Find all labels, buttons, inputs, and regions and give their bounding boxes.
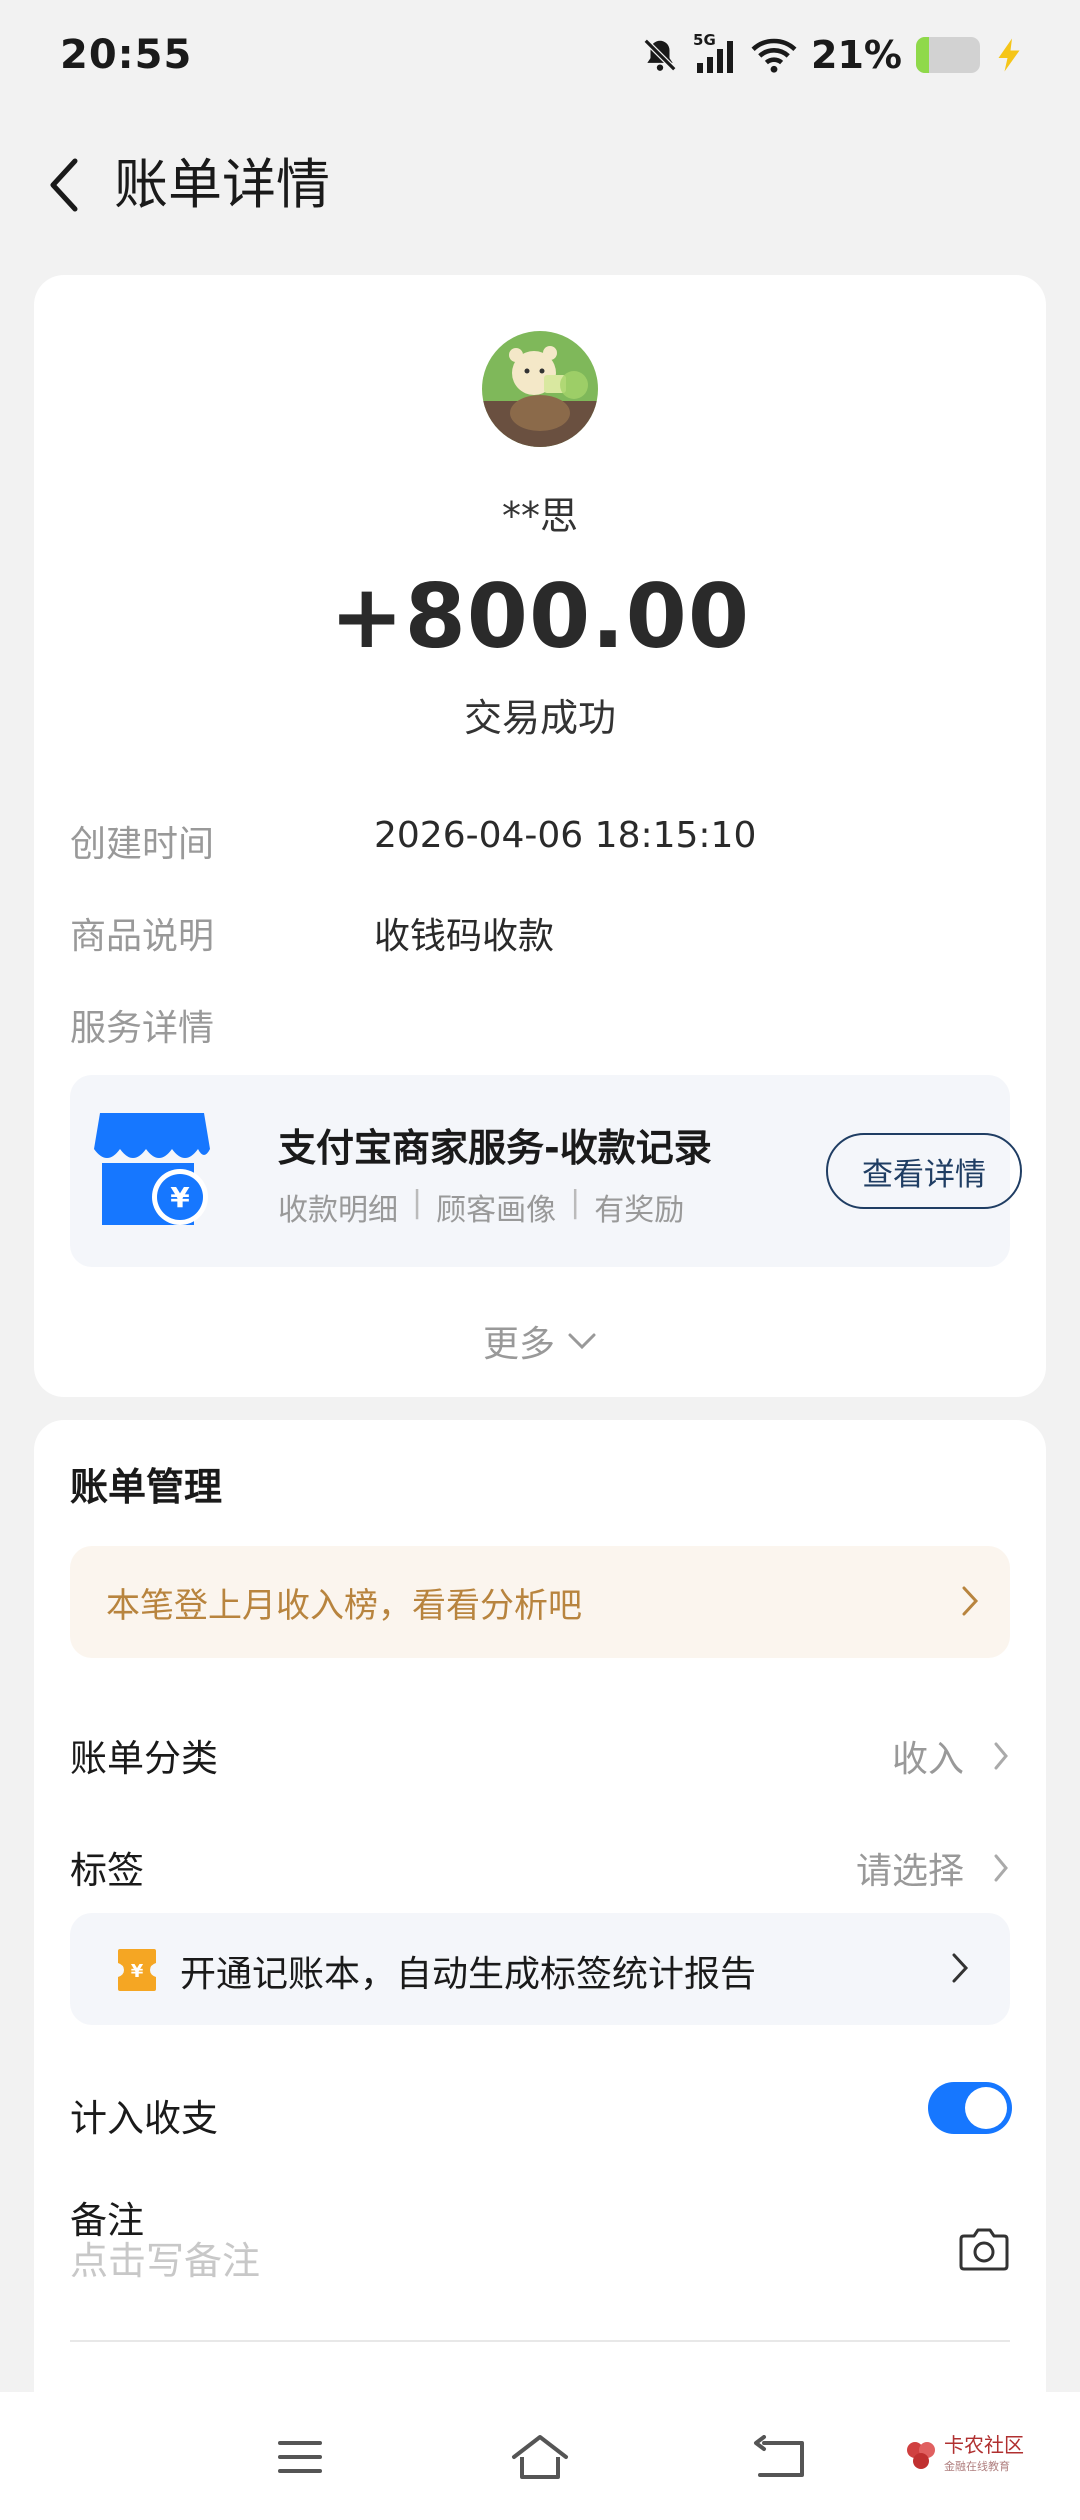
back-nav-button[interactable] bbox=[740, 2422, 820, 2492]
more-label: 更多 bbox=[482, 1324, 555, 1365]
info-row-created-time: 创建时间 2026-04-06 18:15:10 bbox=[70, 815, 1010, 875]
info-label: 商品说明 bbox=[70, 916, 215, 957]
coupon-yuan-icon: ¥ bbox=[118, 1949, 156, 1991]
tag-value: 请选择 bbox=[855, 1851, 964, 1892]
note-input[interactable]: 点击写备注 bbox=[70, 2230, 260, 2285]
merchant-tag: 收款明细 bbox=[278, 1193, 398, 1228]
merchant-title: 支付宝商家服务-收款记录 bbox=[278, 1126, 712, 1170]
tag-label: 标签 bbox=[70, 1849, 144, 1892]
category-label: 账单分类 bbox=[70, 1737, 218, 1780]
status-time: 20:55 bbox=[60, 32, 193, 78]
more-toggle[interactable]: 更多 bbox=[34, 1315, 1046, 1367]
chevron-left-icon bbox=[50, 158, 78, 212]
watermark-logo: 卡农社区 bbox=[944, 2433, 1024, 2457]
status-bar: 20:55 5G 21% bbox=[0, 0, 1080, 116]
category-value: 收入 bbox=[891, 1739, 964, 1780]
info-row-product: 商品说明 收钱码收款 bbox=[70, 907, 1010, 967]
battery-percent: 21% bbox=[811, 33, 902, 77]
info-value: 收钱码收款 bbox=[374, 916, 555, 957]
info-row-service: 服务详情 bbox=[70, 999, 1010, 1059]
merchant-tag: 有奖励 bbox=[594, 1193, 685, 1228]
mute-bell-icon bbox=[641, 36, 679, 74]
info-value: 2026-04-06 18:15:10 bbox=[374, 815, 757, 856]
ranking-banner[interactable]: 本笔登上月收入榜，看看分析吧 bbox=[70, 1546, 1010, 1658]
battery-fill bbox=[916, 37, 930, 73]
signal-5g-icon: 5G bbox=[693, 31, 737, 75]
menu-button[interactable] bbox=[260, 2422, 340, 2492]
charging-icon bbox=[994, 37, 1024, 73]
bill-management-card: 账单管理 本笔登上月收入榜，看看分析吧 账单分类 收入 标签 请选择 ¥ 开通记… bbox=[34, 1420, 1046, 2520]
header: 账单详情 bbox=[0, 130, 1080, 240]
menu-icon bbox=[278, 2441, 322, 2473]
back-button[interactable] bbox=[30, 152, 96, 218]
avatar[interactable] bbox=[482, 331, 598, 447]
navigation-bar: 卡农社区 金融在线教育 bbox=[0, 2392, 1080, 2520]
wifi-icon bbox=[751, 36, 797, 74]
include-toggle[interactable] bbox=[928, 2082, 1012, 2134]
info-label: 创建时间 bbox=[70, 824, 215, 865]
tag-row[interactable]: 标签 请选择 bbox=[70, 1832, 1010, 1902]
chevron-down-icon bbox=[568, 1333, 596, 1350]
home-icon bbox=[512, 2435, 568, 2479]
merchant-tags: 收款明细 | 顾客画像 | 有奖励 bbox=[278, 1185, 684, 1229]
chevron-right-icon bbox=[952, 1953, 969, 1983]
category-row[interactable]: 账单分类 收入 bbox=[70, 1720, 1010, 1790]
status-icons: 5G 21% bbox=[641, 30, 1024, 80]
page-title: 账单详情 bbox=[114, 153, 330, 216]
transaction-status: 交易成功 bbox=[463, 696, 616, 740]
tag-separator: | bbox=[412, 1185, 423, 1220]
info-label: 服务详情 bbox=[70, 1008, 215, 1049]
camera-icon[interactable] bbox=[958, 2226, 1010, 2272]
shop-yuan-icon: ¥ bbox=[94, 1113, 210, 1225]
home-button[interactable] bbox=[500, 2422, 580, 2492]
include-row: 计入收支 bbox=[70, 2080, 1010, 2150]
watermark-text: 卡农社区 金融在线教育 bbox=[944, 2434, 1024, 2478]
watermark: 卡农社区 金融在线教育 bbox=[904, 2434, 1024, 2478]
watermark-sub: 金融在线教育 bbox=[944, 2460, 1010, 2473]
view-details-button[interactable]: 查看详情 bbox=[826, 1133, 1022, 1209]
ledger-text: 开通记账本，自动生成标签统计报告 bbox=[180, 1954, 757, 1995]
toggle-knob bbox=[965, 2087, 1007, 2129]
ranking-text: 本笔登上月收入榜，看看分析吧 bbox=[106, 1586, 582, 1626]
include-label: 计入收支 bbox=[70, 2097, 218, 2140]
ledger-banner[interactable]: ¥ 开通记账本，自动生成标签统计报告 bbox=[70, 1913, 1010, 2025]
transaction-card: **思 +800.00 交易成功 创建时间 2026-04-06 18:15:1… bbox=[34, 275, 1046, 1397]
chevron-right-icon bbox=[994, 1854, 1008, 1882]
battery-icon bbox=[916, 37, 980, 73]
svg-text:¥: ¥ bbox=[170, 1181, 190, 1214]
payer-name: **思 bbox=[501, 494, 578, 538]
chevron-right-icon bbox=[962, 1586, 979, 1616]
back-icon bbox=[754, 2435, 804, 2477]
amount: +800.00 bbox=[329, 565, 751, 668]
tag-separator: | bbox=[570, 1185, 581, 1220]
merchant-tag: 顾客画像 bbox=[436, 1193, 557, 1228]
section-title: 账单管理 bbox=[70, 1465, 223, 1509]
watermark-logo-icon bbox=[907, 2442, 935, 2469]
divider bbox=[70, 2340, 1010, 2342]
merchant-service-box[interactable]: ¥ 支付宝商家服务-收款记录 收款明细 | 顾客画像 | 有奖励 查看详情 bbox=[70, 1075, 1022, 1267]
svg-text:¥: ¥ bbox=[131, 1961, 144, 1982]
chevron-right-icon bbox=[994, 1742, 1008, 1770]
